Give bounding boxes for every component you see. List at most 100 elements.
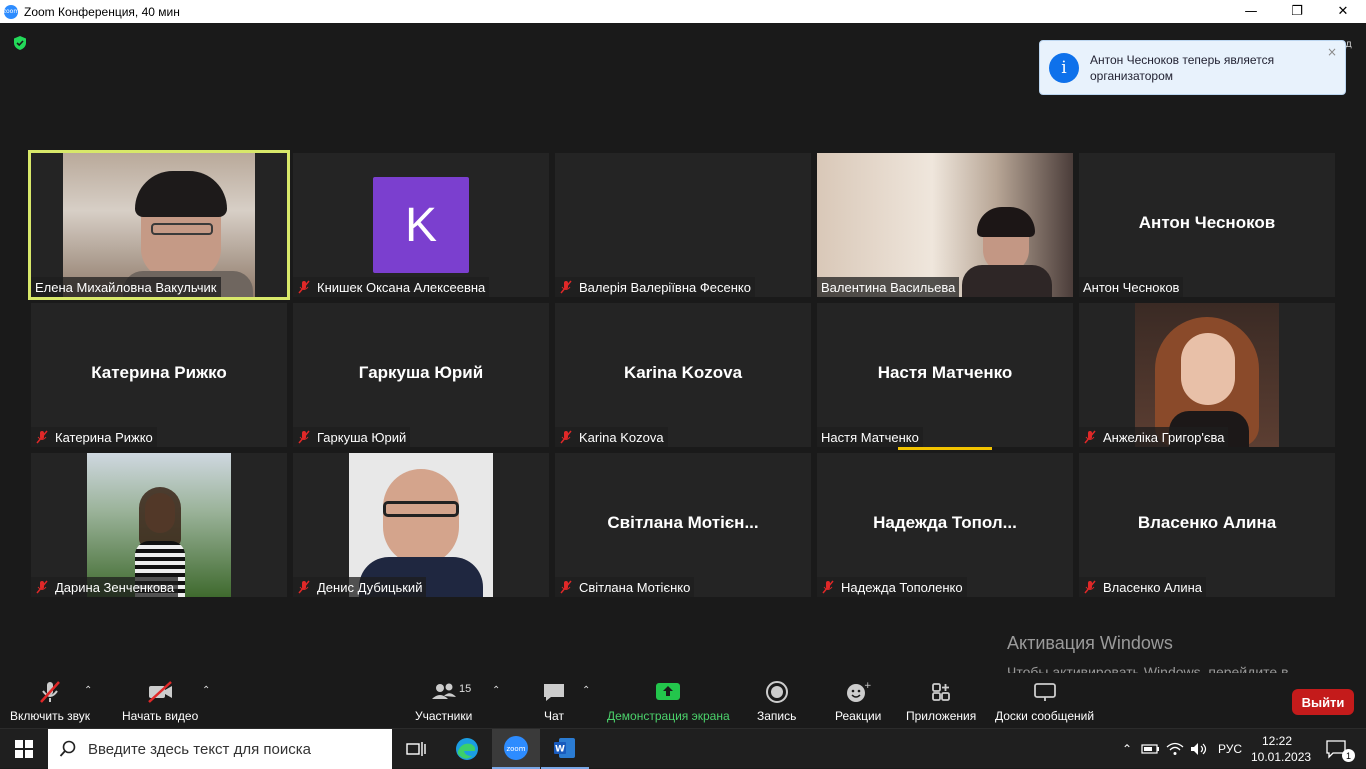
zoom-app[interactable]: zoom: [492, 729, 540, 769]
chat-label: Чат: [544, 709, 564, 723]
whiteboard-icon: [1033, 683, 1056, 701]
muted-mic-icon: [822, 580, 834, 594]
toast-close-icon[interactable]: ×: [1327, 45, 1337, 59]
svg-text:W: W: [555, 745, 565, 755]
whiteboards-label: Доски сообщений: [995, 709, 1095, 723]
share-screen-icon: [656, 683, 681, 700]
participant-tile[interactable]: Надежда Топол... Надежда Тополенко: [817, 453, 1073, 597]
notifications-count: 1: [1342, 749, 1355, 762]
participant-display-name: Гаркуша Юрий: [358, 363, 484, 382]
minimize-button[interactable]: —: [1228, 0, 1274, 23]
chat-button[interactable]: Чат: [542, 679, 566, 723]
task-view-button[interactable]: [392, 729, 440, 769]
participant-name-label: Катерина Рижко: [31, 427, 157, 447]
participant-name: Катерина Рижко: [55, 429, 153, 445]
participant-glasses: [151, 223, 213, 235]
input-language[interactable]: РУС: [1218, 742, 1242, 756]
participant-name: Дарина Зенченкова: [55, 579, 175, 595]
volume-icon[interactable]: [1188, 741, 1210, 757]
share-screen-label: Демонстрация экрана: [607, 709, 730, 723]
participant-name-label: Валентина Васильева: [817, 277, 960, 297]
battery-icon[interactable]: [1140, 741, 1162, 757]
participant-tile[interactable]: Анжеліка Григор'єва: [1079, 303, 1335, 447]
participant-name-label: Елена Михайловна Вакульчик: [31, 277, 221, 297]
participant-glasses: [383, 501, 459, 517]
zoom-app-icon: zoom: [3, 4, 19, 19]
window-title: Zoom Конференция, 40 мин: [24, 4, 180, 19]
participant-tile[interactable]: Настя Матченко Настя Матченко: [817, 303, 1073, 447]
leave-meeting-button[interactable]: Выйти: [1292, 689, 1354, 715]
chat-chevron-icon[interactable]: ⌃: [582, 685, 590, 696]
participants-chevron-icon[interactable]: ⌃: [492, 685, 500, 696]
start-video-label: Начать видео: [122, 709, 199, 723]
participant-tile[interactable]: Валерія Валеріївна Фесенко: [555, 153, 811, 297]
notification-toast: i Антон Чесноков теперь является организ…: [1039, 40, 1346, 95]
record-label: Запись: [757, 709, 797, 723]
participant-face: [383, 469, 459, 565]
participant-tile[interactable]: Денис Дубицький: [293, 453, 549, 597]
participant-tile[interactable]: Власенко Алина Власенко Алина: [1079, 453, 1335, 597]
wifi-icon[interactable]: [1164, 741, 1186, 757]
participant-name-label: Антон Чесноков: [1079, 277, 1184, 297]
system-tray: ⌃ РУС: [1118, 729, 1242, 769]
muted-mic-icon: [560, 280, 572, 294]
whiteboards-button[interactable]: Доски сообщений: [995, 679, 1094, 723]
participant-display-name: Антон Чесноков: [1138, 213, 1276, 232]
participant-name: Книшек Оксана Алексеевна: [317, 279, 486, 295]
apps-button[interactable]: Приложения: [906, 679, 976, 723]
participant-name: Karina Kozova: [579, 429, 664, 445]
participant-body: [962, 265, 1052, 297]
participant-name-label: Настя Матченко: [817, 427, 923, 447]
participant-tile[interactable]: Антон Чесноков Антон Чесноков: [1079, 153, 1335, 297]
muted-mic-icon: [298, 580, 310, 594]
participant-name-label: Валерія Валеріївна Фесенко: [555, 277, 755, 297]
reactions-button[interactable]: + Реакции: [835, 679, 881, 723]
record-button[interactable]: Запись: [757, 679, 796, 723]
activation-title: Активация Windows: [1007, 633, 1173, 653]
participant-display-name: Надежда Топол...: [873, 513, 1017, 532]
participant-video: [817, 153, 1073, 297]
muted-mic-icon: [1084, 430, 1096, 444]
restore-button[interactable]: ❐: [1274, 0, 1320, 23]
speaking-indicator: [898, 447, 992, 450]
participant-display-name: Катерина Рижко: [91, 363, 227, 382]
participant-name-label: Власенко Алина: [1079, 577, 1206, 597]
toast-message: Антон Чесноков теперь является организат…: [1090, 52, 1275, 83]
participant-tile[interactable]: Валентина Васильева: [817, 153, 1073, 297]
participant-name: Елена Михайловна Вакульчик: [35, 279, 217, 295]
participant-name: Валентина Васильева: [821, 279, 956, 295]
shield-icon[interactable]: [12, 35, 28, 51]
participant-tile[interactable]: Гаркуша Юрий Гаркуша Юрий: [293, 303, 549, 447]
participant-name: Настя Матченко: [821, 429, 919, 445]
taskbar-clock[interactable]: 12:22 10.01.2023: [1251, 733, 1312, 765]
svg-text:+: +: [864, 681, 871, 691]
video-options-chevron-icon[interactable]: ⌃: [202, 685, 210, 696]
participant-tile[interactable]: Елена Михайловна Вакульчик: [28, 150, 290, 300]
share-screen-button[interactable]: Демонстрация экрана: [607, 679, 730, 723]
taskbar-search-box[interactable]: Введите здесь текст для поиска: [48, 729, 392, 769]
participant-tile[interactable]: Karina Kozova Karina Kozova: [555, 303, 811, 447]
notifications-button[interactable]: 1: [1318, 729, 1355, 769]
unmute-button[interactable]: Включить звук: [10, 679, 90, 723]
participant-video: [87, 453, 231, 597]
reactions-icon: +: [847, 681, 871, 702]
participant-name-label: Надежда Тополенко: [817, 577, 967, 597]
clock-date: 10.01.2023: [1251, 750, 1312, 764]
clock-time: 12:22: [1261, 734, 1293, 748]
start-video-button[interactable]: Начать видео: [122, 679, 198, 723]
participant-tile[interactable]: K Книшек Оксана Алексеевна: [293, 153, 549, 297]
zoom-app-icon: zoom: [504, 736, 528, 760]
participant-hair: [977, 207, 1035, 237]
participant-tile[interactable]: Світлана Мотієн... Світлана Мотієнко: [555, 453, 811, 597]
start-button[interactable]: [0, 729, 48, 769]
record-icon: [765, 681, 788, 703]
close-window-button[interactable]: ✕: [1320, 0, 1366, 23]
participant-tile[interactable]: Катерина Рижко Катерина Рижко: [31, 303, 287, 447]
participant-display-name: Світлана Мотієн...: [607, 513, 759, 532]
audio-options-chevron-icon[interactable]: ⌃: [84, 685, 92, 696]
participant-tile[interactable]: Дарина Зенченкова: [31, 453, 287, 597]
search-icon: [59, 740, 76, 757]
edge-app[interactable]: [443, 729, 491, 769]
word-app[interactable]: W: [541, 729, 589, 769]
show-hidden-icons-chevron-icon[interactable]: ⌃: [1118, 742, 1136, 756]
